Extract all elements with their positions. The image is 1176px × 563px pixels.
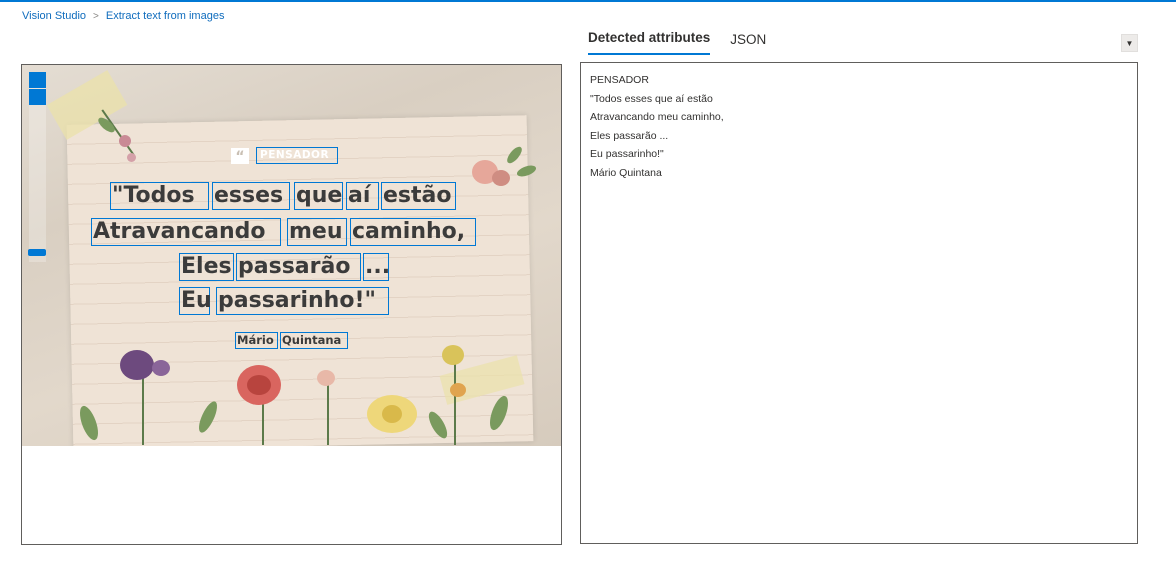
detected-text-line: Atravancando meu caminho,: [590, 111, 724, 124]
ocr-word-box[interactable]: meu: [287, 218, 347, 246]
ocr-word-box[interactable]: PENSADOR: [256, 147, 338, 164]
ocr-word: Atravancando: [93, 219, 266, 244]
ocr-word-box[interactable]: Eles: [179, 253, 234, 281]
detected-text-line: Eu passarinho!": [590, 148, 664, 161]
ocr-word: passarão: [238, 254, 351, 279]
detected-text-line: PENSADOR: [590, 74, 649, 86]
ocr-word: Mário: [237, 333, 274, 347]
ocr-word: caminho,: [352, 219, 466, 244]
zoom-slider-handle[interactable]: [28, 249, 46, 256]
ocr-word-box[interactable]: esses: [212, 182, 290, 210]
ocr-word-box[interactable]: que: [294, 182, 343, 210]
chevron-right-icon: >: [93, 10, 99, 22]
detected-text-line: "Todos esses que aí estão: [590, 92, 713, 105]
breadcrumb-home-link[interactable]: Vision Studio: [22, 10, 86, 22]
ocr-word: Quintana: [282, 333, 342, 347]
ocr-word-box[interactable]: ...: [363, 253, 391, 281]
quote-icon: “: [231, 148, 249, 165]
breadcrumb: Vision Studio > Extract text from images: [22, 10, 224, 22]
ocr-word-box[interactable]: Atravancando: [91, 218, 281, 246]
chevron-down-icon[interactable]: ▼: [1121, 34, 1138, 52]
ocr-word: aí: [348, 183, 371, 208]
ocr-word: PENSADOR: [260, 149, 330, 161]
result-tabs: Detected attributes JSON: [588, 24, 786, 55]
ocr-word: Eu: [181, 288, 212, 313]
ocr-word: "Todos: [112, 183, 195, 208]
detected-text-line: Eles passarão ...: [590, 129, 669, 142]
ocr-word: estão: [383, 183, 452, 208]
ocr-word-box[interactable]: Mário: [235, 332, 278, 349]
ocr-word-box[interactable]: aí: [346, 182, 379, 210]
ocr-word-box[interactable]: passarinho!": [216, 287, 389, 315]
tab-detected-attributes[interactable]: Detected attributes: [588, 24, 711, 55]
ocr-word: que: [296, 183, 343, 208]
ocr-word: passarinho!": [218, 288, 376, 313]
ocr-word: esses: [214, 183, 284, 208]
ocr-word-box[interactable]: caminho,: [350, 218, 476, 246]
ocr-word-box[interactable]: Eu: [179, 287, 212, 315]
ocr-overlay: “ PENSADOR "Todos esses que aí estão Atr…: [22, 65, 561, 446]
ocr-word-box[interactable]: Quintana: [280, 332, 348, 349]
detected-text-line: Mário Quintana: [590, 166, 662, 179]
breadcrumb-current-link[interactable]: Extract text from images: [106, 10, 225, 22]
top-accent-bar: [0, 0, 1176, 2]
ocr-word: meu: [289, 219, 343, 244]
analyzed-image[interactable]: “ PENSADOR "Todos esses que aí estão Atr…: [22, 65, 561, 446]
zoom-out-icon[interactable]: [29, 89, 46, 105]
ocr-word-box[interactable]: "Todos: [110, 182, 209, 210]
tab-json[interactable]: JSON: [730, 26, 766, 55]
ocr-word-box[interactable]: passarão: [236, 253, 361, 281]
detected-attributes-panel: PENSADOR "Todos esses que aí estão Atrav…: [580, 62, 1138, 544]
zoom-in-icon[interactable]: [29, 72, 46, 88]
image-preview-panel: “ PENSADOR "Todos esses que aí estão Atr…: [21, 64, 562, 545]
ocr-word: Eles: [181, 254, 232, 279]
ocr-word-box[interactable]: estão: [381, 182, 456, 210]
ocr-word: ...: [365, 254, 391, 279]
